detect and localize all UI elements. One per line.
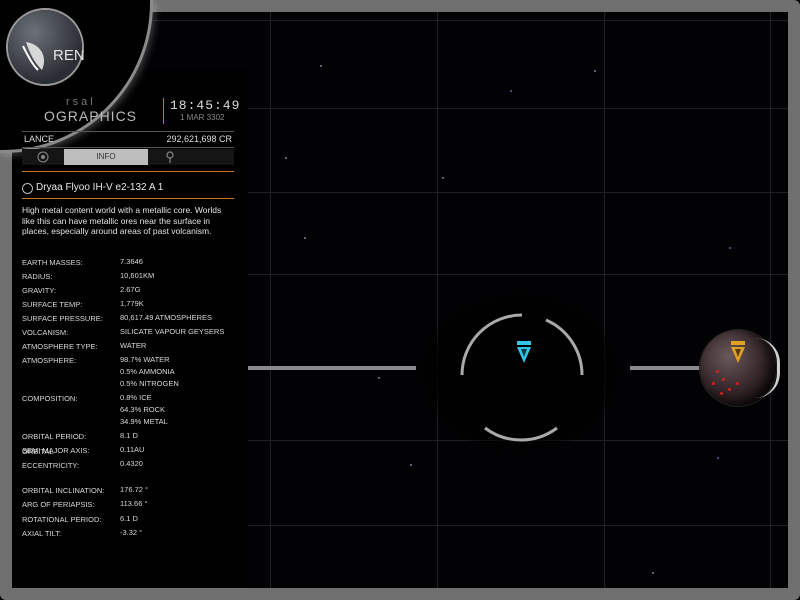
panel-tabs: INFO (22, 149, 234, 165)
location-pin-icon (166, 151, 174, 163)
star (510, 90, 512, 92)
balance-value: 292,621,698 CR (166, 134, 232, 144)
star (729, 247, 731, 249)
stat-value: 0.8% ICE 64.3% ROCK 34.9% METAL (120, 393, 168, 426)
orbit-line (246, 366, 416, 370)
date: 1 MAR 3302 (180, 113, 225, 122)
target-icon (37, 151, 49, 163)
stat-value: 2.67G (120, 285, 141, 294)
stat-value: -3.32 ° (120, 528, 143, 537)
stat-value: 8.1 D (120, 431, 138, 440)
grid-line (770, 12, 771, 588)
stat-label: COMPOSITION: (22, 394, 78, 403)
stat-label: ATMOSPHERE TYPE: (22, 342, 98, 351)
ship-icon (22, 42, 45, 71)
stat-label: VOLCANISM: (22, 328, 69, 337)
star (442, 177, 444, 179)
stat-label: SURFACE TEMP: (22, 300, 83, 309)
selected-body-marker-icon[interactable] (516, 340, 532, 364)
selection-ring[interactable] (450, 303, 594, 447)
section-divider (22, 171, 234, 172)
stat-label: ORBITAL ECCENTRICITY: (22, 447, 80, 470)
grid-line (604, 12, 605, 588)
stat-value: 80,617.49 ATMOSPHERES (120, 313, 212, 322)
stat-label: ARG OF PERIAPSIS: (22, 500, 95, 509)
star (304, 237, 306, 239)
stat-label: GRAVITY: (22, 286, 57, 295)
star (320, 65, 322, 67)
balance-label: LANCE (24, 134, 55, 144)
tab-target[interactable] (22, 149, 64, 165)
stat-value: SILICATE VAPOUR GEYSERS (120, 327, 225, 336)
grid-line (270, 12, 271, 588)
brand-title: OGRAPHICS (44, 108, 138, 124)
star (285, 157, 287, 159)
stat-value: 0.11AU (120, 445, 145, 454)
star (410, 464, 412, 466)
body-description: High metal content world with a metallic… (22, 205, 222, 236)
star (378, 377, 380, 379)
stat-label: EARTH MASSES: (22, 258, 83, 267)
stat-label: ORBITAL PERIOD: (22, 432, 87, 441)
planet-icon (22, 183, 33, 194)
stat-value: 6.1 D (120, 514, 138, 523)
stat-value: 176.72 ° (120, 485, 149, 494)
grid-line (437, 12, 438, 588)
body-name: Dryaa Flyoo IH-V e2-132 A 1 (36, 182, 164, 193)
section-divider (22, 198, 234, 199)
stat-value: WATER (120, 341, 147, 350)
galaxy-map-badge[interactable]: REN (8, 10, 85, 84)
stat-value: 0.4320 (120, 459, 143, 468)
orbit-line (630, 366, 702, 370)
header-divider (163, 98, 164, 124)
stat-label: ORBITAL INCLINATION: (22, 486, 105, 495)
brand-top: rsal (66, 96, 96, 108)
stat-value: 1,779K (120, 299, 144, 308)
stat-label: SURFACE PRESSURE: (22, 314, 103, 323)
badge-label: REN (53, 47, 85, 64)
star (594, 70, 596, 72)
clock: 18:45:49 (170, 98, 241, 113)
star (717, 457, 719, 459)
planet-marker-icon[interactable] (730, 340, 746, 364)
stat-value: 113.66 ° (120, 499, 148, 508)
stat-label: AXIAL TILT: (22, 529, 62, 538)
star (652, 572, 654, 574)
stat-value: 98.7% WATER 0.5% AMMONIA 0.5% NITROGEN (120, 355, 179, 388)
stat-value: 7.3646 (120, 257, 143, 266)
tab-location[interactable] (148, 149, 192, 165)
stat-label: ATMOSPHERE: (22, 356, 77, 365)
stat-label: ROTATIONAL PERIOD: (22, 515, 102, 524)
tab-info[interactable]: INFO (64, 149, 148, 165)
stat-value: 10,601KM (120, 271, 155, 280)
stat-label: RADIUS: (22, 272, 53, 281)
balance-row: LANCE 292,621,698 CR (22, 131, 234, 148)
